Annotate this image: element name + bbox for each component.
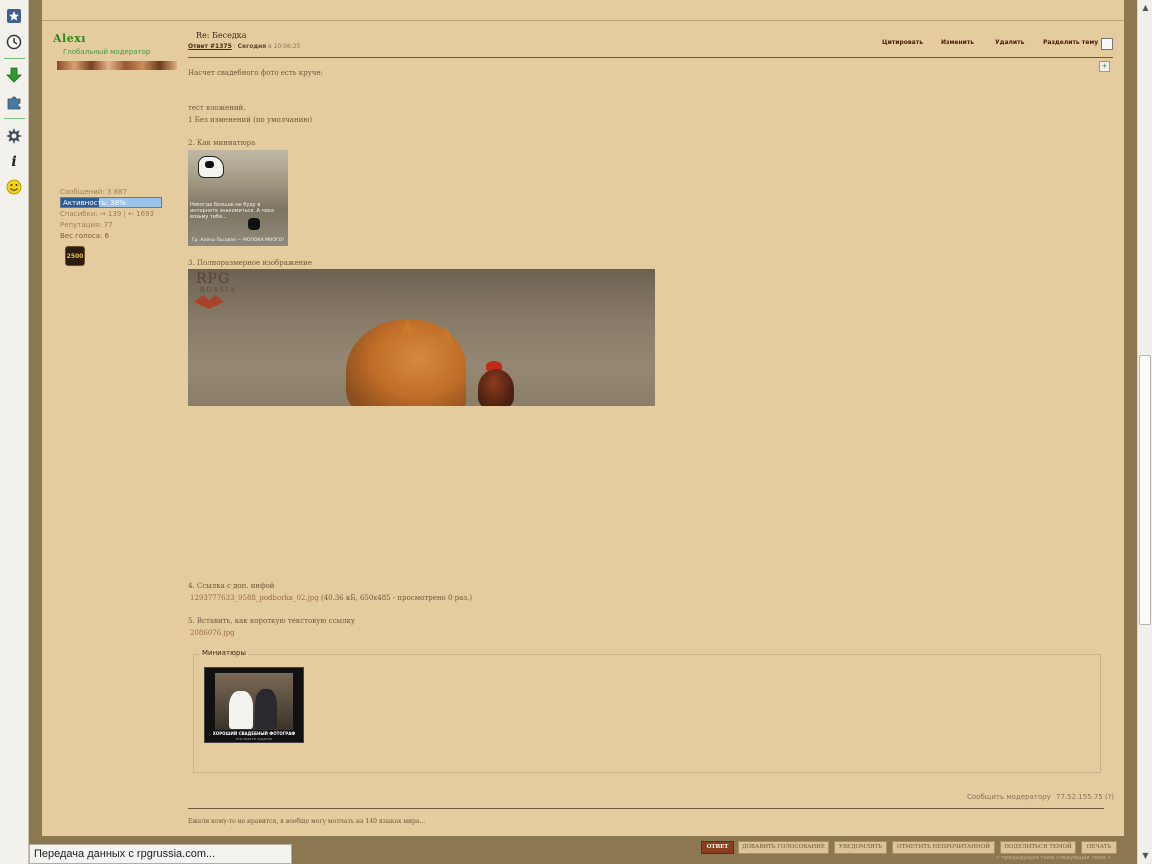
post-text-test: тест вложений. <box>188 104 246 112</box>
post-text-item2: 2. Как миниатюра <box>188 139 256 147</box>
thumbnails-fieldset <box>193 654 1101 773</box>
browser-sidebar: i <box>0 0 29 864</box>
thumbnail-caption-text: Никогда больше не буду в интернете знако… <box>190 202 274 220</box>
scroll-down-arrow-icon[interactable]: ▼ <box>1141 851 1150 860</box>
thumbnail-image[interactable]: Никогда больше не буду в интернете знако… <box>188 150 288 246</box>
rooster-figure <box>478 369 514 406</box>
scrollbar-thumb[interactable] <box>1139 355 1151 625</box>
post-text-item5: 5. Вставить, как короткую текстовую ссыл… <box>188 617 356 625</box>
user-posts-count: Сообщений: 3 887 <box>60 188 127 196</box>
rpg-russia-watermark: RPG RUSSIA <box>196 271 237 294</box>
user-signature: Ежели кому-то не нравится, я вообще могу… <box>188 818 426 825</box>
top-divider <box>42 20 1124 21</box>
signature-divider <box>188 808 1104 809</box>
post-date: Сегодня <box>237 43 267 50</box>
user-reputation: Репутация: 77 <box>60 221 113 229</box>
notify-button[interactable]: уведомлять <box>834 841 887 854</box>
user-rank: Глобальный модератор <box>63 48 151 56</box>
browser-status-bar: Передача данных с rpgrussia.com... <box>29 844 292 864</box>
scroll-up-arrow-icon[interactable]: ▲ <box>1141 3 1150 12</box>
bookmark-star-icon[interactable] <box>5 7 23 25</box>
smiley-icon[interactable] <box>5 178 23 196</box>
groom-figure <box>255 689 277 729</box>
share-topic-button[interactable]: поделиться темой <box>1000 841 1076 854</box>
post-meta: Ответ #1375 : Сегодня в 10:06:25 <box>188 43 300 50</box>
user-thanks: Спасибки: → 139 | ← 1693 <box>60 210 154 218</box>
attachment-link[interactable]: 1293777633_9588_podborka_02.jpg <box>190 594 319 602</box>
wedding-thumbnail[interactable]: ХОРОШИЙ СВАДЕБНЫЙ ФОТОГРАФ это просто чу… <box>204 667 304 743</box>
info-icon[interactable]: i <box>5 153 23 171</box>
post-time: в 10:06:25 <box>266 43 301 50</box>
wedding-photo <box>215 673 293 730</box>
post-text-item4: 4. Ссылка с доп. инфой <box>188 582 275 590</box>
post-title[interactable]: Re: Беседка <box>196 31 247 40</box>
wedding-title: ХОРОШИЙ СВАДЕБНЫЙ ФОТОГРАФ <box>212 731 296 736</box>
watermark-emblem <box>194 295 224 309</box>
mark-unread-button[interactable]: отметить непрочитанной <box>892 841 995 854</box>
edit-button[interactable]: Изменить <box>941 39 974 46</box>
add-poll-button[interactable]: добавить голосование <box>738 841 829 854</box>
sidebar-divider <box>4 58 25 59</box>
report-post-icon[interactable]: + <box>1099 61 1110 72</box>
reply-number-link[interactable]: Ответ #1375 <box>188 43 232 50</box>
short-attachment-link[interactable]: 2086076.jpg <box>190 629 235 637</box>
attachment-details: (40.36 кБ, 650x485 - просмотрено 0 раз.) <box>318 594 473 602</box>
post-text-item1: 1 Без изменений (по умолчанию) <box>188 116 313 124</box>
quote-button[interactable]: Цитировать <box>882 39 923 46</box>
award-badge: 2500 <box>65 246 85 266</box>
report-to-moderator-link[interactable]: Сообщить модератору <box>967 793 1051 801</box>
history-clock-icon[interactable] <box>5 33 23 51</box>
post-text-intro: Насчет свадебного фото есть круче: <box>188 69 323 77</box>
moderation-checkbox[interactable] <box>1101 38 1113 50</box>
topic-navigation[interactable]: « предыдущая тема следующая тема » <box>996 855 1111 861</box>
attachment-info: 1293777633_9588_podborka_02.jpg (40.36 к… <box>190 594 472 602</box>
thumbnails-legend: Миниатюры <box>199 649 249 657</box>
post-text-item3: 3. Полноразмерное изображение <box>188 259 312 267</box>
activity-bar: Активность: 38% <box>60 197 162 208</box>
activity-label: Активность: 38% <box>63 199 126 207</box>
full-size-image[interactable]: RPG RUSSIA <box>188 269 655 406</box>
user-vote-weight: Вес голоса: 6 <box>60 232 110 240</box>
wedding-subtitle: это просто чудесно <box>235 737 273 741</box>
post-header-divider <box>188 57 1113 58</box>
sidebar-divider <box>4 118 25 119</box>
user-avatar-strip <box>57 61 177 70</box>
kitten-figure <box>248 218 260 230</box>
puzzle-addon-icon[interactable] <box>5 93 23 111</box>
gear-icon[interactable] <box>5 127 23 145</box>
cow-figure <box>198 156 224 178</box>
user-name[interactable]: Alexı <box>53 32 86 45</box>
download-arrow-icon[interactable] <box>5 66 23 84</box>
thumbnail-footer-text: Гр. Алёна Льсовая — МОЛОКА МНОГО! <box>192 238 285 243</box>
bride-figure <box>229 691 253 729</box>
delete-button[interactable]: Удалить <box>995 39 1024 46</box>
poster-ip[interactable]: 77.52.155.75 (?) <box>1056 793 1114 801</box>
print-button[interactable]: печать <box>1081 841 1117 854</box>
reply-button[interactable]: ответ <box>701 841 734 854</box>
split-topic-button[interactable]: Разделить тему <box>1043 39 1098 46</box>
